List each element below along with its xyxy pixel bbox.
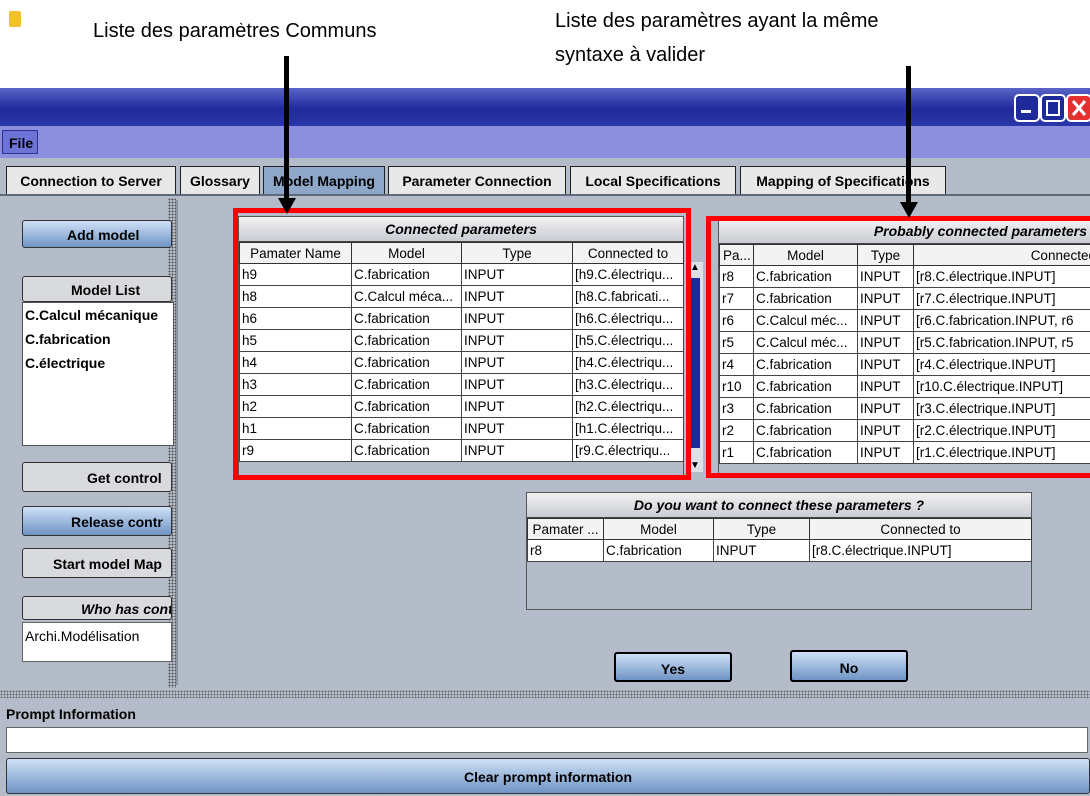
list-item[interactable]: C.électrique [23,351,173,375]
arrow-head-common [278,198,296,214]
tab-parameter-connection[interactable]: Parameter Connection [388,166,566,194]
title-bar[interactable] [0,88,1090,126]
arrow-common-params [284,56,289,202]
arrow-probable-params [906,66,911,206]
app-icon [9,11,21,27]
tab-local-specifications[interactable]: Local Specifications [570,166,736,194]
table-row[interactable]: r8 C.fabrication INPUT [r8.C.électrique.INP… [527,539,1032,562]
table-cell[interactable]: C.fabrication [603,539,714,562]
list-item[interactable]: C.fabrication [23,327,173,351]
close-icon[interactable] [1066,94,1090,122]
confirm-panel: Do you want to connect these parameters … [526,492,1032,610]
yes-button[interactable]: Yes [614,652,732,682]
who-has-control-value: Archi.Modélisation [22,622,172,662]
add-model-button[interactable]: Add model [22,220,172,248]
minimize-icon[interactable] [1014,94,1040,122]
arrow-head-probable [900,202,918,218]
model-list-header: Model List [22,276,172,302]
model-list[interactable]: C.Calcul mécanique C.fabrication C.élect… [22,302,174,446]
table-cell[interactable]: r8 [527,539,604,562]
column-header[interactable]: Pamater ... [527,518,604,540]
file-menu[interactable]: File [2,130,38,154]
table-cell[interactable]: INPUT [713,539,810,562]
maximize-icon[interactable] [1040,94,1066,122]
highlight-common-params [233,208,691,480]
tab-glossary[interactable]: Glossary [180,166,260,194]
start-model-mapping-button[interactable]: Start model Map [22,548,172,578]
clear-prompt-button[interactable]: Clear prompt information [6,758,1090,794]
annotation-probable-line2: syntaxe à valider [555,44,706,66]
window-title: Client Application - Archi.Modélisation [32,10,306,27]
table-cell[interactable]: [r8.C.électrique.INPUT] [809,539,1032,562]
tab-model-mapping[interactable]: Model Mapping [263,166,385,194]
get-control-button[interactable]: Get control [22,462,172,492]
release-control-button[interactable]: Release contr [22,506,172,536]
column-header[interactable]: Type [713,518,810,540]
who-has-control-header: Who has contr [22,596,172,620]
tab-mapping-of-specifications[interactable]: Mapping of Specifications [740,166,946,194]
prompt-field[interactable] [6,727,1088,753]
column-header[interactable]: Model [603,518,714,540]
column-header[interactable]: Connected to [809,518,1032,540]
confirm-table[interactable]: Pamater ... Model Type Connected to r8 C.… [527,518,1032,562]
menu-bar [0,126,1090,158]
highlight-probable-params [706,216,1090,478]
prompt-label: Prompt Information [6,706,136,722]
list-item[interactable]: C.Calcul mécanique [23,303,173,327]
tab-connection-to-server[interactable]: Connection to Server [6,166,176,194]
confirm-title: Do you want to connect these parameters … [527,493,1031,518]
annotation-probable-line1: Liste des paramètres ayant la même [555,10,879,32]
no-button[interactable]: No [790,650,908,682]
prompt-splitter[interactable] [0,690,1090,698]
